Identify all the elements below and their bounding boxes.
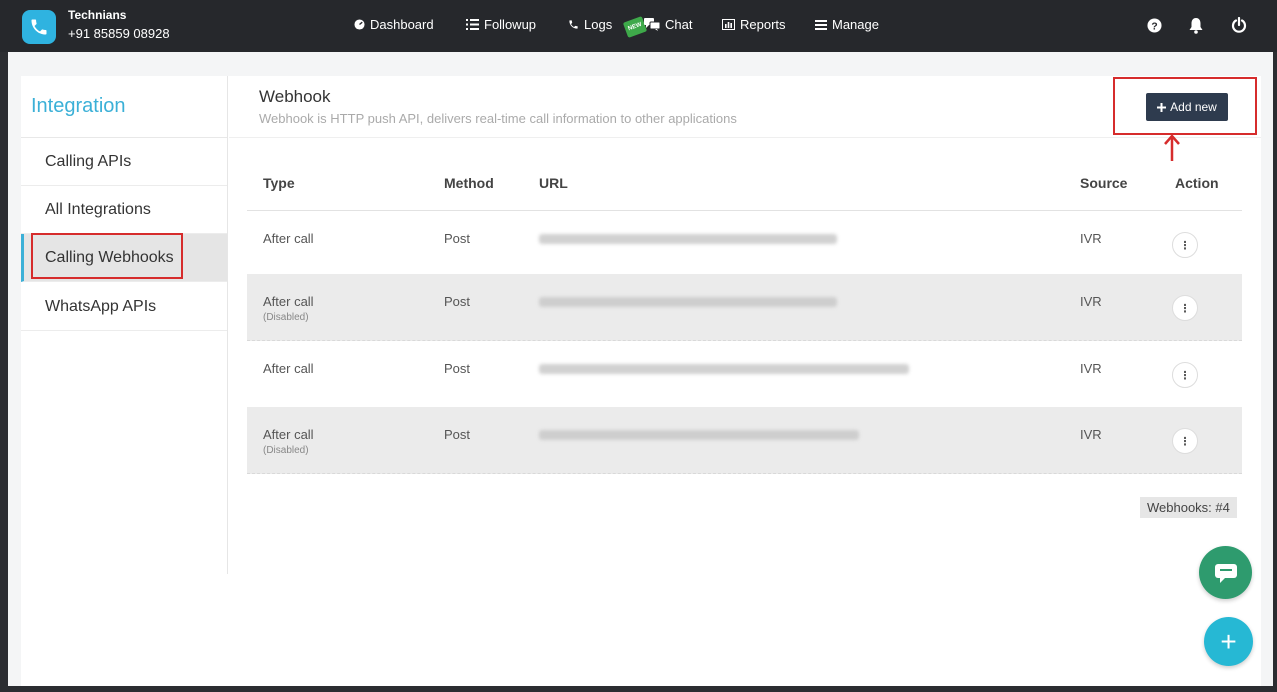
method-cell: Post — [444, 361, 471, 376]
nav-dashboard-label: Dashboard — [370, 17, 434, 32]
source-cell: IVR — [1080, 361, 1102, 376]
type-cell: After call (Disabled) — [263, 427, 314, 456]
top-navbar: Technians +91 85859 08928 Dashboard Foll… — [0, 0, 1277, 52]
nav-followup-label: Followup — [484, 17, 537, 32]
url-cell-redacted — [539, 234, 837, 244]
arrow-up-icon — [1164, 134, 1180, 161]
table-row: After call (Disabled) Post IVR ⋮ — [247, 274, 1242, 341]
highlight-box-add — [1113, 77, 1257, 135]
more-vertical-icon: ⋮ — [1179, 302, 1191, 315]
url-cell-redacted — [539, 297, 837, 307]
url-cell-redacted — [539, 364, 909, 374]
divider — [229, 137, 1261, 138]
type-cell: After call — [263, 361, 314, 376]
column-header-action: Action — [1175, 175, 1219, 191]
nav-reports-label: Reports — [740, 17, 786, 32]
phone-logo-icon[interactable] — [22, 10, 56, 44]
row-actions-button[interactable]: ⋮ — [1172, 232, 1198, 258]
plus-icon: + — [1220, 625, 1237, 657]
power-icon[interactable] — [1230, 16, 1248, 34]
chat-icon — [644, 18, 660, 31]
url-cell-redacted — [539, 430, 859, 440]
integration-sidebar: Integration Calling APIs All Integration… — [21, 76, 228, 574]
help-icon[interactable]: ? — [1145, 16, 1163, 34]
type-cell: After call — [263, 231, 314, 246]
sidebar-item-label: Calling APIs — [45, 152, 132, 170]
page-background: Integration Calling APIs All Integration… — [8, 52, 1273, 686]
floating-add-button[interactable]: + — [1204, 617, 1253, 666]
nav-followup[interactable]: Followup — [466, 17, 536, 32]
brand-name: Technians — [68, 8, 127, 22]
method-cell: Post — [444, 294, 471, 309]
table-row: After call Post IVR ⋮ — [247, 341, 1242, 408]
sidebar-item-calling-apis[interactable]: Calling APIs — [21, 138, 227, 186]
sidebar-title: Integration — [31, 95, 126, 117]
type-cell: After call (Disabled) — [263, 294, 314, 323]
sidebar-item-whatsapp-apis[interactable]: WhatsApp APIs — [21, 283, 227, 331]
column-header-method: Method — [444, 175, 494, 191]
method-cell: Post — [444, 427, 471, 442]
nav-logs-label: Logs — [584, 17, 613, 32]
more-vertical-icon: ⋮ — [1179, 435, 1191, 448]
bell-icon[interactable] — [1187, 16, 1205, 34]
integration-card: Integration Calling APIs All Integration… — [21, 76, 1261, 686]
source-cell: IVR — [1080, 231, 1102, 246]
disabled-note: (Disabled) — [263, 312, 309, 323]
highlight-box-sidebar — [31, 233, 183, 279]
chat-support-button[interactable] — [1199, 546, 1252, 599]
nav-chat-label: Chat — [665, 17, 693, 32]
table-row: After call Post IVR ⋮ — [247, 211, 1242, 278]
nav-reports[interactable]: Reports — [722, 17, 786, 32]
nav-manage-label: Manage — [832, 17, 879, 32]
nav-logs[interactable]: Logs — [568, 17, 612, 32]
row-actions-button[interactable]: ⋮ — [1172, 362, 1198, 388]
disabled-note: (Disabled) — [263, 445, 309, 456]
source-cell: IVR — [1080, 427, 1102, 442]
phone-icon — [569, 20, 578, 29]
sidebar-item-all-integrations[interactable]: All Integrations — [21, 186, 227, 234]
table-row: After call (Disabled) Post IVR ⋮ — [247, 407, 1242, 474]
dashboard-icon — [354, 19, 365, 30]
sidebar-item-label: WhatsApp APIs — [45, 297, 157, 315]
webhook-count-badge: Webhooks: #4 — [1140, 497, 1237, 518]
list-icon — [466, 19, 479, 30]
source-cell: IVR — [1080, 294, 1102, 309]
nav-dashboard[interactable]: Dashboard — [354, 17, 434, 32]
bar-chart-icon — [722, 19, 735, 30]
page-title: Webhook — [259, 87, 331, 106]
column-header-source: Source — [1080, 175, 1128, 191]
row-actions-button[interactable]: ⋮ — [1172, 428, 1198, 454]
page-subtitle: Webhook is HTTP push API, delivers real-… — [259, 111, 737, 126]
sidebar-item-label: All Integrations — [45, 200, 151, 218]
menu-icon — [815, 19, 827, 30]
row-actions-button[interactable]: ⋮ — [1172, 295, 1198, 321]
method-cell: Post — [444, 231, 471, 246]
chat-bubble-icon — [1214, 563, 1237, 583]
more-vertical-icon: ⋮ — [1179, 369, 1191, 382]
brand-phone: +91 85859 08928 — [68, 26, 170, 41]
nav-chat[interactable]: Chat — [644, 17, 692, 32]
nav-manage[interactable]: Manage — [815, 17, 879, 32]
column-header-type: Type — [263, 175, 295, 191]
svg-text:?: ? — [1151, 21, 1157, 32]
column-header-url: URL — [539, 175, 568, 191]
more-vertical-icon: ⋮ — [1179, 239, 1191, 252]
